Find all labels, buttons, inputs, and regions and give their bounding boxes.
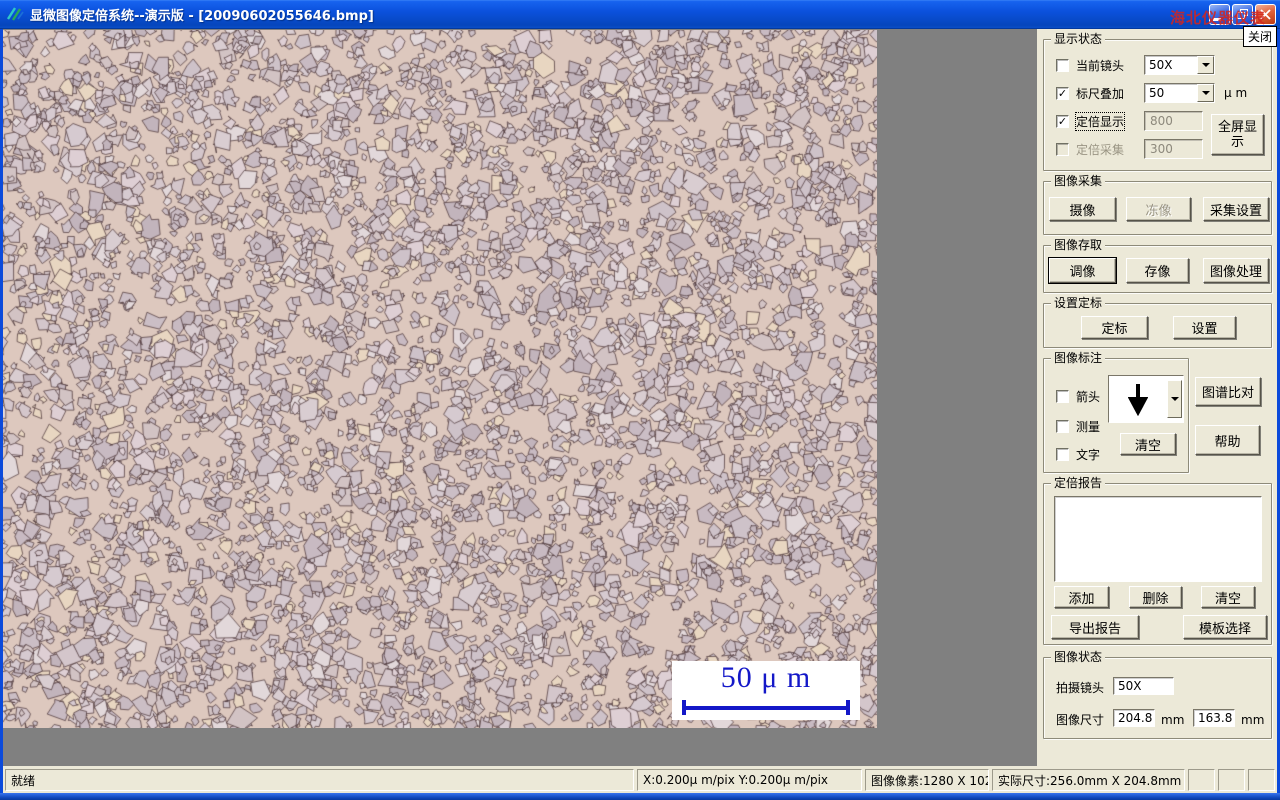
current-lens-combo[interactable]: 50X <box>1144 55 1215 75</box>
group-image-status-legend: 图像状态 <box>1051 650 1106 665</box>
group-set-calibration: 设置定标 定标 设置 <box>1043 296 1272 348</box>
status-spare-1 <box>1188 769 1215 791</box>
status-image-pixels: 图像像素:1280 X 1024 <box>865 769 989 791</box>
fixed-capture-label: 定倍采集 <box>1076 142 1125 157</box>
save-image-button[interactable]: 存像 <box>1126 258 1189 283</box>
minimize-icon <box>1213 17 1221 21</box>
template-select-button[interactable]: 模板选择 <box>1183 615 1267 639</box>
atlas-compare-button[interactable]: 图谱比对 <box>1195 377 1261 406</box>
current-lens-label: 当前镜头 <box>1076 58 1125 73</box>
control-panel: 显示状态 当前镜头 50X ✓ 标尺叠加 50 μ m ✓ 定倍显示 800 定… <box>1037 29 1277 766</box>
window-title: 显微图像定倍系统--演示版 - [20090602055646.bmp] <box>30 8 374 24</box>
minimize-button[interactable] <box>1209 4 1230 25</box>
status-bar: 就绪 X:0.200μ m/pix Y:0.200μ m/pix 图像像素:12… <box>0 766 1280 793</box>
calibrate-button[interactable]: 定标 <box>1081 316 1148 339</box>
ruler-overlay-label: 标尺叠加 <box>1076 86 1125 101</box>
group-image-capture: 图像采集 摄像 冻像 采集设置 <box>1043 174 1272 235</box>
measure-checkbox[interactable] <box>1056 419 1069 433</box>
report-add-button[interactable]: 添加 <box>1054 586 1109 608</box>
current-lens-combo-dropdown[interactable] <box>1197 56 1214 74</box>
title-bar: 显微图像定倍系统--演示版 - [20090602055646.bmp] 海北仪… <box>0 0 1280 47</box>
image-height-field[interactable]: 163.8 <box>1193 709 1235 727</box>
scale-bar-overlay: 50 μ m <box>672 661 860 720</box>
arrow-label: 箭头 <box>1076 389 1101 404</box>
scale-bar-label: 50 μ m <box>720 661 812 694</box>
help-button[interactable]: 帮助 <box>1195 425 1260 455</box>
group-display-status: 显示状态 当前镜头 50X ✓ 标尺叠加 50 μ m ✓ 定倍显示 800 定… <box>1043 32 1272 171</box>
close-button[interactable] <box>1255 4 1276 25</box>
group-image-storage-legend: 图像存取 <box>1051 238 1106 253</box>
restore-icon <box>1237 9 1248 19</box>
status-ready: 就绪 <box>5 769 634 791</box>
report-delete-button[interactable]: 删除 <box>1129 586 1182 608</box>
report-clear-button[interactable]: 清空 <box>1201 586 1255 608</box>
close-tooltip: 关闭 <box>1242 26 1277 47</box>
app-window: 显微图像定倍系统--演示版 - [20090602055646.bmp] 海北仪… <box>0 0 1280 800</box>
freeze-button: 冻像 <box>1126 197 1191 221</box>
image-size-label: 图像尺寸 <box>1056 713 1105 727</box>
shoot-button[interactable]: 摄像 <box>1049 197 1116 221</box>
scale-bar-line-bar <box>686 705 846 710</box>
group-display-status-legend: 显示状态 <box>1051 32 1106 47</box>
group-set-calibration-legend: 设置定标 <box>1051 296 1106 311</box>
text-label: 文字 <box>1076 447 1101 462</box>
fixed-display-checkbox[interactable]: ✓ <box>1056 114 1069 128</box>
fixed-capture-checkbox <box>1056 142 1069 156</box>
fixed-display-label: 定倍显示 <box>1074 111 1126 131</box>
fullscreen-button[interactable]: 全屏显示 <box>1211 114 1264 155</box>
micrograph-image[interactable] <box>3 30 877 728</box>
status-spare-3 <box>1248 769 1275 791</box>
ruler-overlay-combo-dropdown[interactable] <box>1197 84 1214 102</box>
height-unit-label: mm <box>1241 713 1265 727</box>
fixed-capture-input: 300 <box>1144 139 1203 159</box>
current-lens-checkbox[interactable] <box>1056 58 1069 72</box>
lens-field[interactable]: 50X <box>1113 677 1174 695</box>
report-listbox[interactable] <box>1054 496 1262 582</box>
scale-bar-line <box>682 700 850 715</box>
window-controls <box>1209 4 1276 25</box>
image-process-button[interactable]: 图像处理 <box>1203 258 1269 283</box>
image-width-field[interactable]: 204.8 <box>1113 709 1155 727</box>
fixed-display-input: 800 <box>1144 111 1203 131</box>
lens-label: 拍摄镜头 <box>1056 681 1105 695</box>
close-icon <box>1260 9 1271 20</box>
chevron-down-icon <box>1170 397 1179 401</box>
text-checkbox[interactable] <box>1056 447 1069 461</box>
arrow-style-combo[interactable] <box>1108 375 1184 423</box>
width-unit-label: mm <box>1161 713 1185 727</box>
ruler-overlay-checkbox[interactable]: ✓ <box>1056 86 1069 100</box>
measure-label: 测量 <box>1076 419 1101 434</box>
capture-settings-button[interactable]: 采集设置 <box>1203 197 1269 221</box>
restore-button[interactable] <box>1232 4 1253 25</box>
group-image-status: 图像状态 拍摄镜头 50X 图像尺寸 204.8 mm 163.8 mm <box>1043 650 1272 739</box>
ruler-overlay-combo[interactable]: 50 <box>1144 83 1215 103</box>
arrow-style-dropdown[interactable] <box>1167 380 1182 418</box>
group-image-storage: 图像存取 调像 存像 图像处理 <box>1043 238 1272 293</box>
calibration-setup-button[interactable]: 设置 <box>1173 316 1236 339</box>
status-spare-2 <box>1218 769 1245 791</box>
group-report: 定倍报告 添加 删除 清空 导出报告 模板选择 <box>1043 476 1272 645</box>
status-actual-size: 实际尺寸:256.0mm X 204.8mm <box>992 769 1185 791</box>
window-bottom-border <box>0 793 1280 800</box>
down-arrow-glyph <box>1109 376 1167 422</box>
export-report-button[interactable]: 导出报告 <box>1051 615 1139 639</box>
ruler-overlay-combo-value: 50 <box>1149 86 1165 100</box>
status-pixel-scale: X:0.200μ m/pix Y:0.200μ m/pix <box>637 769 862 791</box>
app-icon <box>6 7 24 21</box>
chevron-down-icon <box>1201 91 1210 95</box>
clear-annotation-button[interactable]: 清空 <box>1120 433 1176 455</box>
current-lens-combo-value: 50X <box>1149 58 1173 72</box>
annotation-row: 图像标注 箭头 测量 文字 清空 图谱比对 帮助 <box>1043 351 1272 473</box>
group-image-annotation: 图像标注 箭头 测量 文字 清空 <box>1043 351 1189 473</box>
group-image-capture-legend: 图像采集 <box>1051 174 1106 189</box>
chevron-down-icon <box>1201 63 1210 67</box>
group-report-legend: 定倍报告 <box>1051 476 1106 491</box>
load-image-button[interactable]: 调像 <box>1048 257 1117 284</box>
group-image-annotation-legend: 图像标注 <box>1051 351 1106 366</box>
micron-unit-label: μ m <box>1224 86 1248 100</box>
arrow-checkbox[interactable] <box>1056 389 1069 403</box>
image-viewport: 50 μ m <box>3 29 1037 766</box>
